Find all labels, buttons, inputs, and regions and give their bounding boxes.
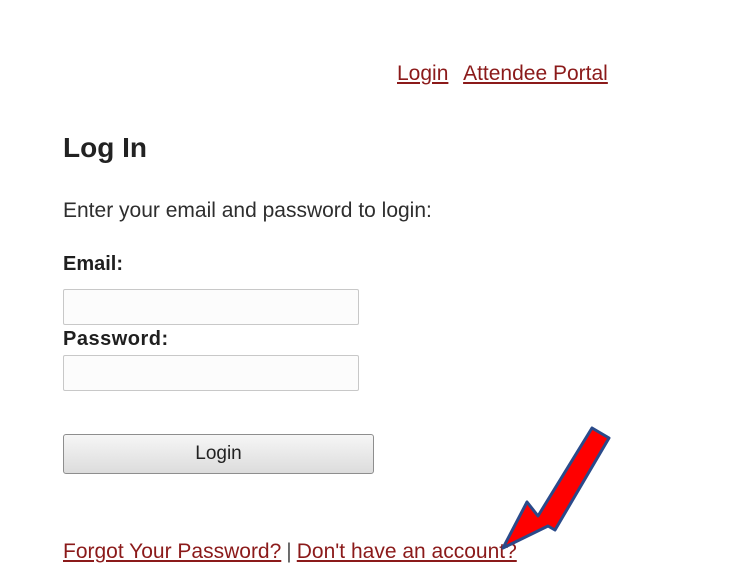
forgot-password-link[interactable]: Forgot Your Password? xyxy=(63,540,281,563)
login-button[interactable]: Login xyxy=(63,434,374,474)
password-label: Password: xyxy=(63,328,169,350)
link-separator: | xyxy=(286,540,292,563)
top-navigation: Login Attendee Portal xyxy=(397,62,608,86)
login-instructions: Enter your email and password to login: xyxy=(63,199,432,222)
password-input[interactable] xyxy=(63,355,359,391)
account-links: Forgot Your Password? | Don't have an acco… xyxy=(63,540,517,564)
email-label: Email: xyxy=(63,253,124,275)
attendee-portal-link[interactable]: Attendee Portal xyxy=(463,62,608,85)
red-arrow-icon xyxy=(501,426,611,550)
red-arrow-shape xyxy=(501,426,611,550)
email-input[interactable] xyxy=(63,289,359,325)
signup-link[interactable]: Don't have an account? xyxy=(297,540,517,563)
login-nav-link[interactable]: Login xyxy=(397,62,448,85)
page-title: Log In xyxy=(63,132,147,163)
